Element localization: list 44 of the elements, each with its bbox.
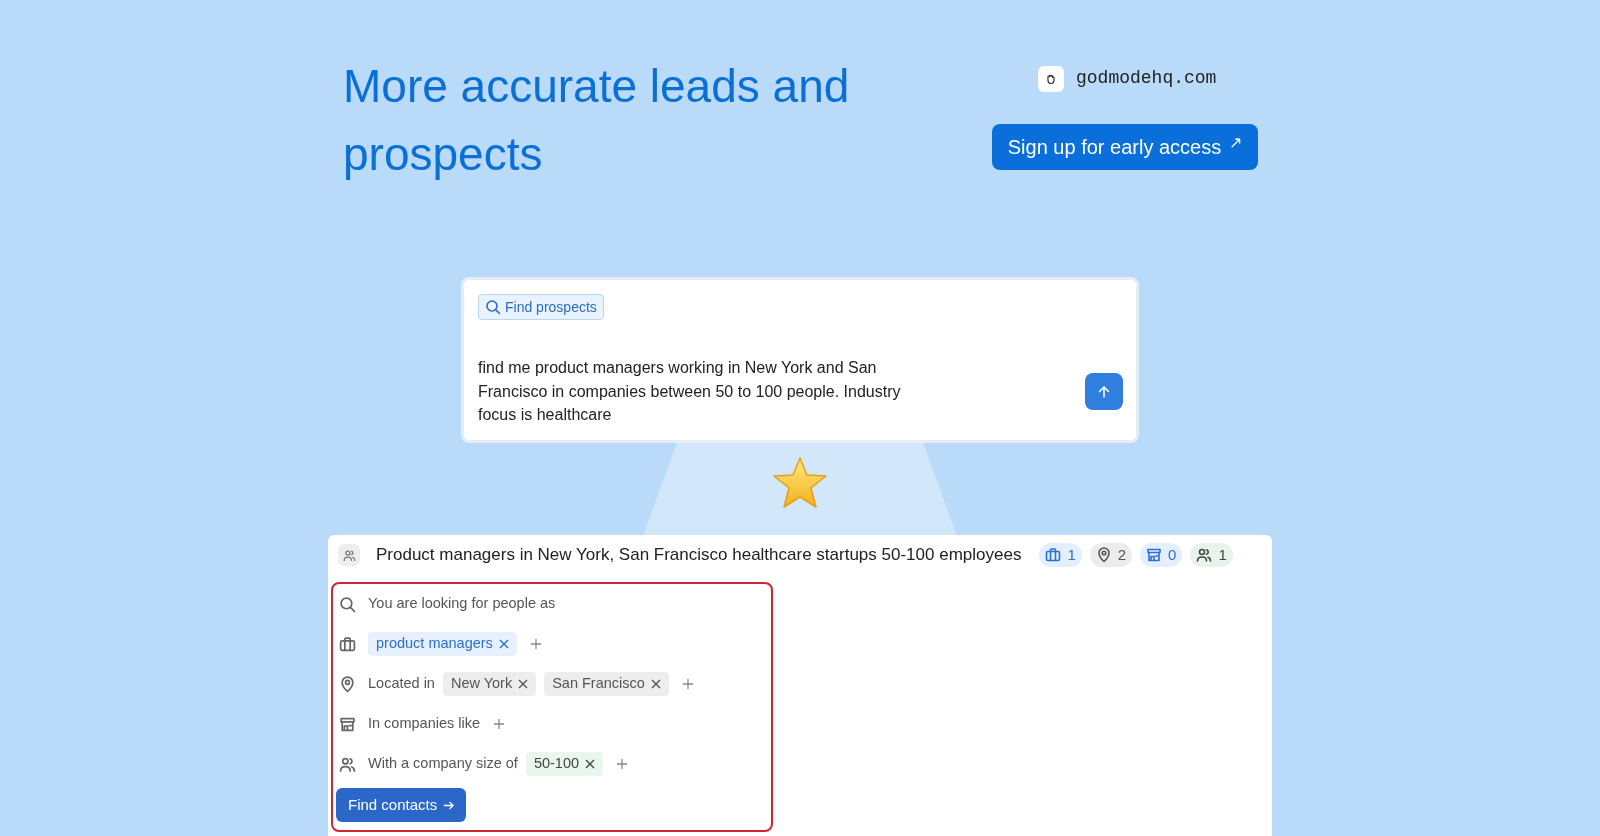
search-title: Product managers in New York, San Francisco healthcare startups 50-100 employees <box>376 544 1022 567</box>
close-icon[interactable] <box>585 759 596 769</box>
count-badge: 2 <box>1089 543 1133 567</box>
close-icon[interactable] <box>650 679 661 689</box>
add-icon[interactable] <box>530 639 541 649</box>
storefront-icon <box>1146 547 1163 563</box>
location-pin-icon <box>339 675 356 693</box>
storefront-icon <box>339 715 356 733</box>
filter-chip[interactable]: 50-100 <box>525 752 604 776</box>
people-icon <box>338 544 360 566</box>
find-prospects-tag: Find prospects <box>478 294 604 320</box>
briefcase-icon <box>339 635 356 653</box>
star-icon <box>772 456 828 510</box>
send-button[interactable] <box>1085 373 1123 410</box>
close-icon[interactable] <box>518 679 529 689</box>
filter-label: With a company size of <box>368 754 518 774</box>
briefcase-icon <box>1045 547 1062 563</box>
prompt-text: find me product managers working in New York and San Francisco in companies between 50 to 100 people. Industry focus is healthcare <box>478 358 902 425</box>
find-contacts-button[interactable]: Find contacts <box>336 788 467 822</box>
location-pin-icon <box>1095 547 1112 563</box>
people-icon <box>1196 547 1213 563</box>
count-badge: 1 <box>1039 543 1082 567</box>
site-domain: godmodehq.com <box>1076 67 1217 90</box>
filter-label: Located in <box>368 674 435 694</box>
site-logo-icon <box>1038 65 1064 92</box>
filter-chip[interactable]: product managers <box>368 632 517 656</box>
search-icon <box>339 595 356 613</box>
add-icon[interactable] <box>617 759 628 769</box>
filter-chip[interactable]: San Francisco <box>544 672 669 696</box>
arrow-up-icon <box>1096 383 1112 400</box>
add-icon[interactable] <box>494 719 505 729</box>
filter-label: In companies like <box>368 714 481 734</box>
arrow-right-icon <box>443 799 455 811</box>
count-badge: 0 <box>1140 543 1183 567</box>
close-icon[interactable] <box>498 639 509 649</box>
count-badge: 1 <box>1190 543 1233 567</box>
arrow-icon: ↗ <box>1229 131 1243 155</box>
headline: More accurate leads and prospects <box>343 59 851 182</box>
sign-up-button[interactable]: Sign up for early access ↗ <box>992 124 1258 170</box>
people-icon <box>339 755 356 773</box>
filter-label: You are looking for people as <box>368 594 556 614</box>
search-icon <box>485 299 501 315</box>
filter-chip[interactable]: New York <box>442 672 537 696</box>
add-icon[interactable] <box>682 679 693 689</box>
